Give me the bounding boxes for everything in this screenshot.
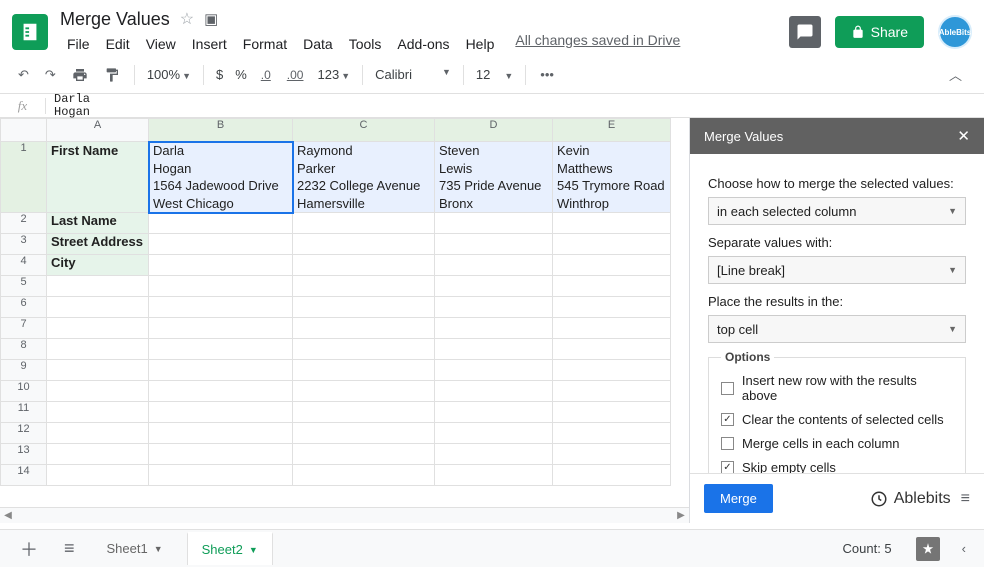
cell-e1[interactable]: Kevin Matthews 545 Trymore Road Winthrop [553, 142, 671, 213]
comments-button[interactable] [789, 16, 821, 48]
account-avatar[interactable]: AbleBits [938, 15, 972, 49]
tab-sheet1[interactable]: Sheet1▼ [93, 533, 177, 564]
menu-tools[interactable]: Tools [342, 32, 389, 56]
sidebar-title: Merge Values [704, 129, 783, 144]
sheet-tab-bar: ＋ ≡ Sheet1▼ Sheet2▼ Count: 5 ‹ [0, 529, 984, 567]
row-header-4[interactable]: 4 [1, 255, 47, 276]
options-legend: Options [721, 350, 774, 364]
opt-skip-empty[interactable]: ✓Skip empty cells [721, 460, 953, 473]
font-size-select[interactable]: 12▼ [472, 63, 517, 86]
opt-merge-cells[interactable]: Merge cells in each column [721, 436, 953, 451]
tab-sheet2[interactable]: Sheet2▼ [187, 532, 273, 565]
spreadsheet-grid[interactable]: A B C D E 1 First Name Darla Hogan 1564 … [0, 118, 671, 486]
cell-c1[interactable]: Raymond Parker 2232 College Avenue Hamer… [293, 142, 435, 213]
font-select[interactable]: Calibri▼ [371, 63, 455, 86]
fx-icon: fx [0, 98, 46, 114]
increase-decimal-button[interactable]: .00 [281, 64, 310, 86]
save-status[interactable]: All changes saved in Drive [515, 32, 680, 56]
collapse-toolbar-icon[interactable]: ︿ [939, 61, 972, 88]
star-icon[interactable]: ☆ [180, 9, 194, 29]
close-icon[interactable]: ✕ [957, 127, 970, 145]
col-header-a[interactable]: A [47, 119, 149, 142]
all-sheets-button[interactable]: ≡ [56, 534, 83, 563]
add-sheet-button[interactable]: ＋ [12, 532, 46, 566]
horizontal-scrollbar[interactable]: ◀▶ [0, 507, 689, 523]
select-separator[interactable]: [Line break]▼ [708, 256, 966, 284]
cell-a4[interactable]: City [47, 255, 149, 276]
cell-d1[interactable]: Steven Lewis 735 Pride Avenue Bronx [435, 142, 553, 213]
menu-file[interactable]: File [60, 32, 97, 56]
col-header-e[interactable]: E [553, 119, 671, 142]
row-header-2[interactable]: 2 [1, 213, 47, 234]
menu-data[interactable]: Data [296, 32, 340, 56]
label-merge-how: Choose how to merge the selected values: [708, 176, 966, 191]
col-header-b[interactable]: B [149, 119, 293, 142]
select-place[interactable]: top cell▼ [708, 315, 966, 343]
sidebar-menu-icon[interactable]: ≡ [961, 490, 970, 508]
opt-insert-row[interactable]: Insert new row with the results above [721, 373, 953, 403]
more-toolbar-icon[interactable]: ••• [534, 63, 560, 86]
redo-icon[interactable]: ↷ [39, 63, 62, 87]
col-header-d[interactable]: D [435, 119, 553, 142]
decrease-decimal-button[interactable]: .0 [255, 64, 277, 86]
toolbar: ↶ ↷ 100%▼ $ % .0 .00 123▼ Calibri▼ 12▼ •… [0, 56, 984, 94]
doc-title[interactable]: Merge Values [60, 9, 170, 30]
menu-help[interactable]: Help [459, 32, 502, 56]
label-separator: Separate values with: [708, 235, 966, 250]
menu-view[interactable]: View [139, 32, 183, 56]
print-icon[interactable] [66, 63, 94, 87]
sheets-app-icon[interactable] [12, 14, 48, 50]
ablebits-brand[interactable]: Ablebits [870, 490, 951, 508]
collapse-side-icon[interactable]: ‹ [962, 541, 966, 556]
cell-a3[interactable]: Street Address [47, 234, 149, 255]
formula-input[interactable]: Darla Hogan [46, 93, 90, 118]
col-header-c[interactable]: C [293, 119, 435, 142]
cell-a2[interactable]: Last Name [47, 213, 149, 234]
opt-clear-contents[interactable]: ✓Clear the contents of selected cells [721, 412, 953, 427]
merge-button[interactable]: Merge [704, 484, 773, 513]
paint-format-icon[interactable] [98, 63, 126, 87]
label-place: Place the results in the: [708, 294, 966, 309]
currency-button[interactable]: $ [212, 63, 227, 86]
menubar: File Edit View Insert Format Data Tools … [60, 32, 789, 56]
cell-b1[interactable]: Darla Hogan 1564 Jadewood Drive West Chi… [149, 142, 293, 213]
select-all-corner[interactable] [1, 119, 47, 142]
percent-button[interactable]: % [231, 63, 251, 86]
menu-edit[interactable]: Edit [99, 32, 137, 56]
merge-values-sidebar: Merge Values ✕ Choose how to merge the s… [689, 118, 984, 523]
zoom-select[interactable]: 100%▼ [143, 63, 195, 86]
undo-icon[interactable]: ↶ [12, 63, 35, 87]
row-header-3[interactable]: 3 [1, 234, 47, 255]
menu-format[interactable]: Format [236, 32, 294, 56]
selection-count: Count: 5 [843, 541, 892, 556]
row-header-1[interactable]: 1 [1, 142, 47, 213]
cell-a1[interactable]: First Name [47, 142, 149, 213]
menu-addons[interactable]: Add-ons [390, 32, 456, 56]
explore-button[interactable] [916, 537, 940, 561]
share-button[interactable]: Share [835, 16, 924, 48]
move-icon[interactable]: ▣ [204, 10, 218, 28]
more-formats-button[interactable]: 123▼ [313, 63, 354, 86]
select-merge-how[interactable]: in each selected column▼ [708, 197, 966, 225]
menu-insert[interactable]: Insert [185, 32, 234, 56]
